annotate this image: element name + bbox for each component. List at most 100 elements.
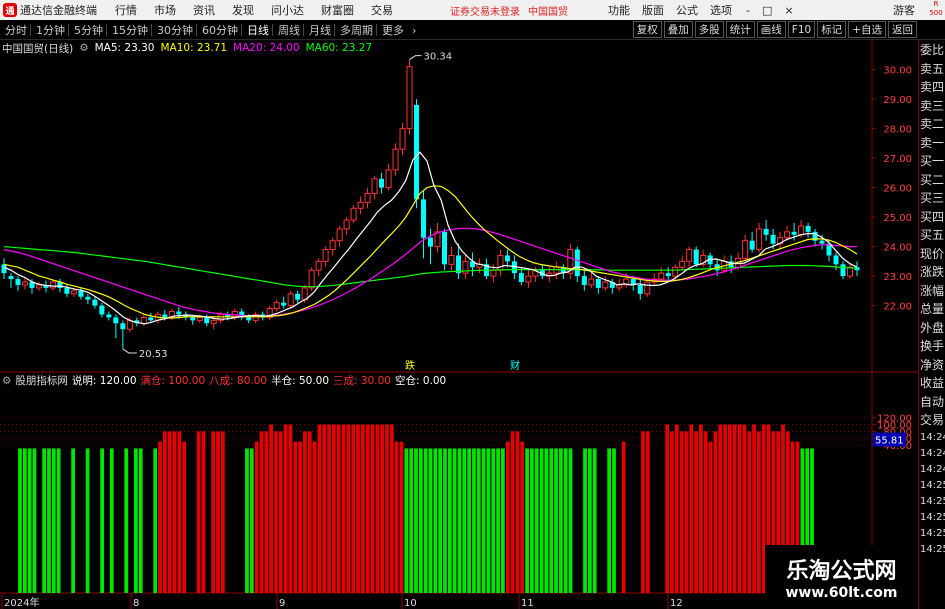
- indicator-bar: [607, 448, 612, 593]
- trade-login-alert[interactable]: 证券交易未登录: [450, 3, 520, 18]
- divider: [272, 24, 273, 36]
- menu-zixun[interactable]: 资讯: [193, 2, 215, 18]
- indicator-bar: [172, 431, 177, 593]
- close-button[interactable]: ×: [784, 4, 793, 17]
- indicator-bar: [747, 431, 752, 593]
- tool-fuquan[interactable]: 复权: [632, 21, 662, 38]
- menu-gongshi[interactable]: 公式: [676, 2, 698, 18]
- title-bar: 通 通达信金融终端 行情 市场 资讯 发现 问小达 财富圈 交易 证券交易未登录…: [0, 0, 945, 20]
- indicator-name[interactable]: 股朋指标网: [15, 373, 68, 388]
- quote-panel: 委比 卖五 卖四 卖三 卖二 卖一 买一 买二 买三 买四 买五 现价 涨跌 涨…: [918, 41, 945, 609]
- tool-f10[interactable]: F10: [787, 21, 816, 38]
- candle-body-down: [190, 317, 196, 321]
- candle-body-up: [448, 254, 455, 265]
- tool-tongji[interactable]: 统计: [725, 21, 755, 38]
- minimize-button[interactable]: -: [746, 4, 750, 17]
- tool-zixuan[interactable]: +自选: [848, 21, 886, 38]
- indicator-bar: [447, 448, 452, 593]
- tool-huaxian[interactable]: 画线: [756, 21, 786, 38]
- indicator-bar: [515, 431, 520, 593]
- user-guest[interactable]: 游客: [893, 2, 915, 18]
- period-15min[interactable]: 15分钟: [112, 22, 148, 38]
- period-more[interactable]: 更多: [382, 22, 404, 38]
- indicator-bar: [713, 431, 718, 593]
- menu-xuanxiang[interactable]: 选项: [710, 2, 732, 18]
- divider: [334, 24, 335, 36]
- candle-body-up: [357, 201, 364, 209]
- tick-time: 14:24: [920, 431, 945, 443]
- menu-banmian[interactable]: 版面: [642, 2, 664, 18]
- period-monthly[interactable]: 月线: [309, 22, 331, 38]
- tick-time: 14:25: [920, 479, 945, 491]
- menu-jiaoyi[interactable]: 交易: [371, 2, 393, 18]
- indicator-bar: [264, 431, 269, 593]
- menu-faxian[interactable]: 发现: [232, 2, 254, 18]
- kline-chart[interactable]: 30.34 20.53 跌 财 30.00 29.00 28.00 27.00 26.00 25…: [0, 41, 918, 609]
- menu-hangqing[interactable]: 行情: [115, 2, 137, 18]
- candle-body-up: [686, 249, 693, 262]
- menu-wenxiaoda[interactable]: 问小达: [271, 2, 304, 18]
- period-1min[interactable]: 1分钟: [36, 22, 65, 38]
- settings-gear-icon[interactable]: ⚙: [2, 375, 11, 387]
- indicator-bar: [563, 448, 568, 593]
- chevron-right-icon[interactable]: ›: [412, 24, 416, 37]
- candle-body-down: [637, 284, 643, 294]
- period-5min[interactable]: 5分钟: [74, 22, 103, 38]
- tick-time: 14:25: [920, 495, 945, 507]
- price-tick-label: 29.00: [883, 95, 912, 106]
- indicator-bar: [452, 448, 457, 593]
- candle-body-down: [819, 240, 825, 244]
- indicator-bar: [269, 424, 274, 593]
- trade-label[interactable]: 交易: [919, 411, 945, 430]
- tool-diejia[interactable]: 叠加: [663, 21, 693, 38]
- menu-caifuquan[interactable]: 财富圈: [321, 2, 354, 18]
- price-tick-label: 26.00: [883, 184, 912, 195]
- tool-duogu[interactable]: 多股: [694, 21, 724, 38]
- period-60min[interactable]: 60分钟: [202, 22, 238, 38]
- tool-biaoji[interactable]: 标记: [817, 21, 847, 38]
- price-tick-label: 25.00: [883, 213, 912, 224]
- divider: [30, 24, 31, 36]
- candle-body-down: [281, 302, 287, 306]
- indicator-bar: [723, 424, 727, 593]
- menu-shichang[interactable]: 市场: [154, 2, 176, 18]
- maximize-button[interactable]: □: [762, 4, 772, 17]
- indicator-bar: [365, 424, 370, 593]
- candle-body-down: [120, 323, 126, 330]
- indicator-bar: [385, 424, 389, 593]
- indicator-bar: [356, 424, 360, 593]
- tool-fanhui[interactable]: 返回: [888, 21, 917, 38]
- indicator-bar: [404, 448, 409, 593]
- candle-body-down: [749, 240, 755, 250]
- indicator-bar: [679, 431, 684, 593]
- period-multi[interactable]: 多周期: [340, 22, 373, 38]
- indicator-bar: [728, 424, 732, 593]
- indicator-bar: [476, 448, 481, 593]
- low-price-label: 20.53: [139, 349, 168, 360]
- candle-body-down: [113, 317, 119, 324]
- indicator-bar: [85, 448, 90, 593]
- indicator-bar: [389, 424, 394, 593]
- candle-body-up: [21, 281, 28, 286]
- r500-badge[interactable]: R 500: [927, 0, 945, 20]
- period-30min[interactable]: 30分钟: [157, 22, 193, 38]
- candle-body-down: [78, 290, 84, 297]
- auto-trade-label[interactable]: 自动: [919, 393, 945, 412]
- candle-body-down: [148, 317, 154, 321]
- indicator-bar: [694, 431, 698, 593]
- period-fenshi[interactable]: 分时: [5, 22, 27, 38]
- current-stock: 中国国贸: [528, 6, 568, 18]
- indicator-bar: [322, 424, 327, 593]
- menu-gongneng[interactable]: 功能: [608, 2, 630, 18]
- indicator-bar: [259, 431, 264, 593]
- indicator-bar: [491, 448, 496, 593]
- event-label-cai: 财: [510, 359, 520, 372]
- period-weekly[interactable]: 周线: [278, 22, 300, 38]
- period-daily[interactable]: 日线: [247, 22, 269, 38]
- indicator-bar: [293, 441, 298, 593]
- candle-body-up: [70, 290, 77, 295]
- indicator-bar: [732, 424, 737, 593]
- indicator-bar: [317, 424, 322, 593]
- candle-body-up: [308, 269, 315, 289]
- candle-body-down: [770, 234, 776, 244]
